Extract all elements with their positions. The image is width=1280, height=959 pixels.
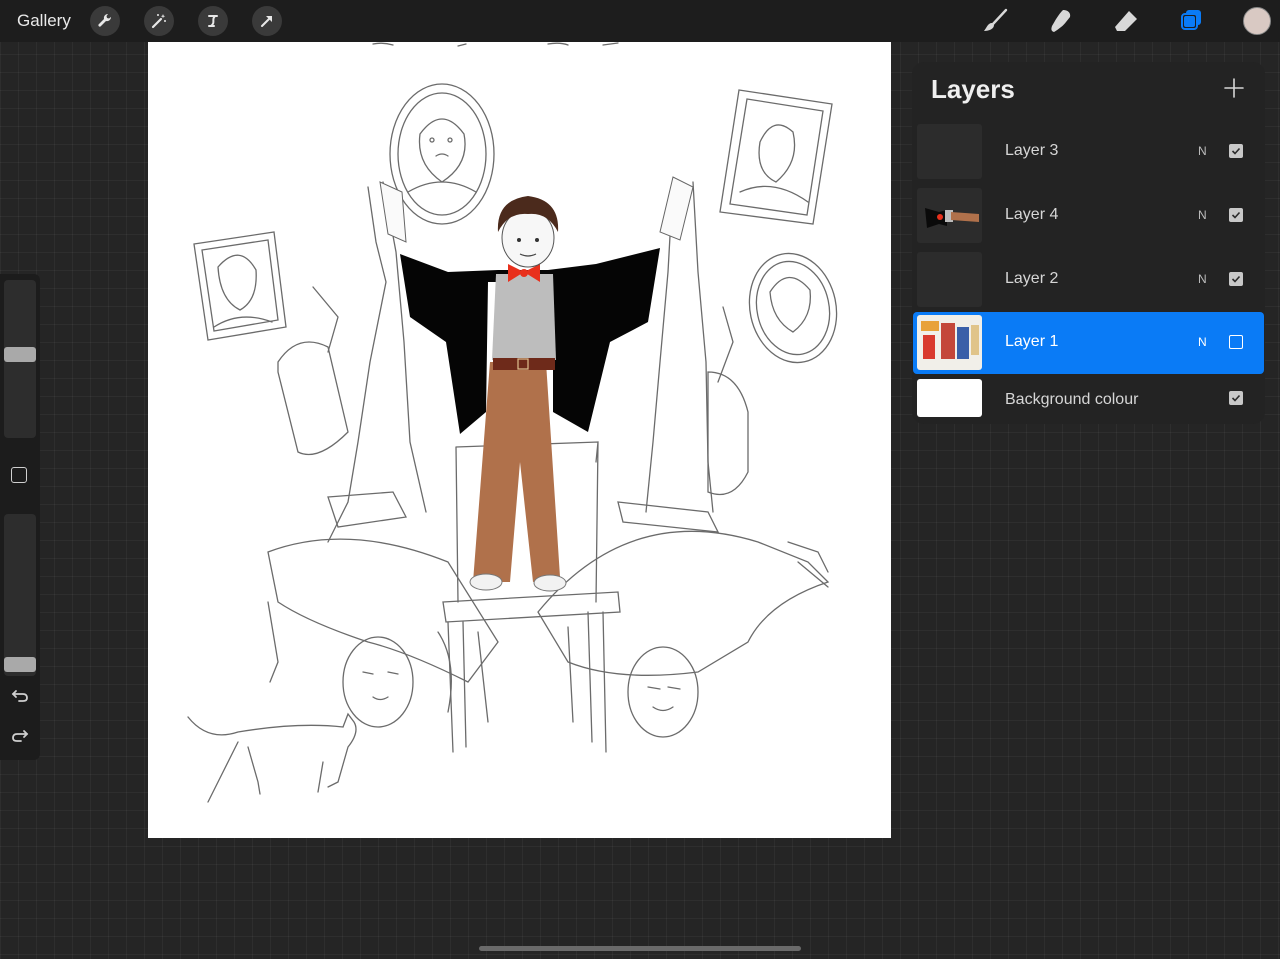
top-toolbar: Gallery	[0, 0, 1280, 42]
layer-row-layer-2[interactable]: Layer 2 N	[913, 249, 1264, 311]
smudge-icon[interactable]	[1044, 5, 1076, 37]
visibility-checkbox[interactable]	[1229, 391, 1243, 405]
layer-thumbnail	[917, 124, 982, 179]
layer-row-background-colour[interactable]: Background colour	[913, 376, 1264, 420]
redo-icon[interactable]	[8, 723, 32, 747]
checkmark-icon	[1231, 275, 1241, 283]
layers-icon[interactable]	[1175, 5, 1207, 37]
layer-thumbnail	[917, 188, 982, 243]
drawing-canvas[interactable]	[148, 42, 891, 838]
layer-name: Layer 2	[1005, 270, 1059, 287]
magic-wand-icon[interactable]	[144, 6, 174, 36]
layer-row-layer-3[interactable]: Layer 3 N	[913, 121, 1264, 183]
home-indicator[interactable]	[479, 946, 801, 951]
visibility-checkbox[interactable]	[1229, 272, 1243, 286]
blend-mode-button[interactable]: N	[1198, 208, 1207, 222]
transform-arrow-icon[interactable]	[252, 6, 282, 36]
background-colour-swatch	[917, 379, 982, 417]
brush-opacity-slider[interactable]	[4, 514, 36, 676]
modify-button[interactable]	[11, 467, 27, 483]
visibility-checkbox[interactable]	[1229, 335, 1243, 349]
brush-size-thumb[interactable]	[4, 347, 36, 362]
color-picker-swatch[interactable]	[1243, 7, 1271, 35]
eraser-icon[interactable]	[1110, 5, 1142, 37]
checkmark-icon	[1231, 211, 1241, 219]
checkmark-icon	[1231, 147, 1241, 155]
artwork-illustration	[187, 42, 838, 803]
blend-mode-button[interactable]: N	[1198, 144, 1207, 158]
brush-opacity-thumb[interactable]	[4, 657, 36, 672]
checkmark-icon	[1231, 394, 1241, 402]
plus-icon[interactable]	[1222, 76, 1246, 100]
left-sidebar	[0, 274, 40, 760]
selection-icon[interactable]	[198, 6, 228, 36]
layer-name: Layer 1	[1005, 333, 1059, 350]
gallery-button[interactable]: Gallery	[17, 11, 71, 31]
wrench-icon[interactable]	[90, 6, 120, 36]
layer-row-layer-4[interactable]: Layer 4 N	[913, 185, 1264, 247]
layer-thumbnail	[917, 252, 982, 307]
brush-icon[interactable]	[979, 5, 1011, 37]
visibility-checkbox[interactable]	[1229, 208, 1243, 222]
undo-icon[interactable]	[8, 683, 32, 707]
layers-panel-title: Layers	[931, 74, 1015, 104]
layer-row-layer-1[interactable]: Layer 1 N	[913, 312, 1264, 374]
layer-name: Layer 4	[1005, 206, 1059, 223]
visibility-checkbox[interactable]	[1229, 144, 1243, 158]
layer-name: Layer 3	[1005, 142, 1059, 159]
blend-mode-button[interactable]: N	[1198, 272, 1207, 286]
layer-thumbnail	[917, 315, 982, 370]
blend-mode-button[interactable]: N	[1198, 335, 1207, 349]
layer-name: Background colour	[1005, 391, 1139, 408]
layers-panel: Layers Layer 3 N Layer 4 N Layer 2 N Lay…	[912, 62, 1265, 424]
